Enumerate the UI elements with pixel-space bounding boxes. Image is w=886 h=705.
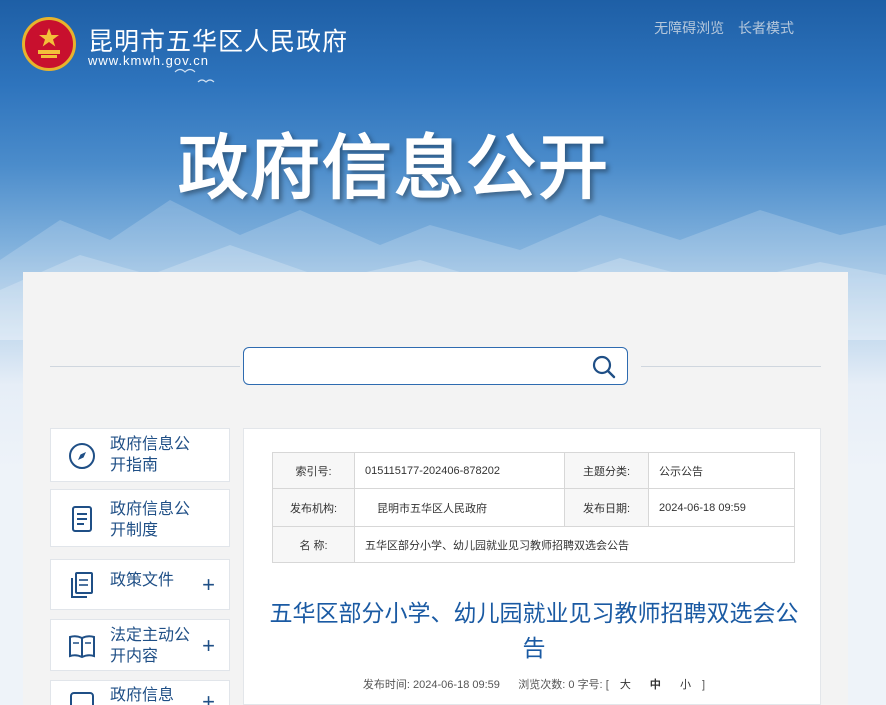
- sidebar-item-label: 政府信息: [110, 687, 175, 704]
- table-row: 名 称: 五华区部分小学、幼儿园就业见习教师招聘双选会公告: [272, 526, 795, 563]
- expand-plus-icon[interactable]: +: [202, 635, 215, 657]
- article-title: 五华区部分小学、幼儿园就业见习教师招聘双选会公告: [269, 601, 799, 662]
- bracket-close: ]: [702, 679, 706, 691]
- category-value: 公示公告: [648, 452, 795, 489]
- compass-icon: [69, 443, 95, 469]
- banner-title: 政府信息公开: [178, 127, 610, 209]
- file-copy-icon: [71, 572, 93, 598]
- birds-decoration: [174, 68, 215, 83]
- views-label: 浏览次数:: [518, 679, 566, 691]
- sidebar-item-government-info[interactable]: 政府信息 +: [50, 680, 230, 705]
- category-label: 主题分类:: [564, 452, 649, 489]
- font-small-button[interactable]: 小: [680, 679, 691, 691]
- font-size-label: 字号:: [577, 679, 603, 691]
- org-label: 发布机构:: [272, 488, 355, 527]
- article-info: 发布时间: 2024-06-18 09:59 浏览次数: 0 字号: [ 大 中…: [264, 676, 804, 692]
- date-label: 发布日期:: [564, 488, 649, 527]
- document-icon: [72, 506, 92, 532]
- table-row: 索引号: 015115177-202406-878202 主题分类: 公示公告: [272, 452, 795, 489]
- search-divider-left: [50, 366, 240, 367]
- sidebar-item-statutory-disclosure[interactable]: 法定主动公开内容 +: [50, 619, 230, 671]
- name-value: 五华区部分小学、幼儿园就业见习教师招聘双选会公告: [354, 526, 795, 563]
- sidebar-item-disclosure-guide[interactable]: 政府信息公开指南: [50, 428, 230, 482]
- elder-mode-link[interactable]: 长者模式: [738, 20, 794, 36]
- date-value: 2024-06-18 09:59: [648, 488, 795, 527]
- main-panel: 政府信息公开指南 政府信息公开制度 政策文件 + 法定主动公开内容 + 政府信息…: [23, 272, 848, 705]
- font-large-button[interactable]: 大: [620, 679, 631, 691]
- expand-plus-icon[interactable]: +: [202, 574, 215, 596]
- search-input[interactable]: [254, 354, 574, 378]
- expand-plus-icon[interactable]: +: [202, 691, 215, 705]
- font-medium-button[interactable]: 中: [650, 679, 661, 691]
- sidebar-item-label: 法定主动公开内容: [110, 627, 191, 665]
- sidebar-item-disclosure-system[interactable]: 政府信息公开制度: [50, 489, 230, 547]
- calendar-year-icon: [70, 692, 94, 705]
- sidebar-item-label: 政府信息公开制度: [110, 501, 191, 539]
- table-row: 发布机构: 昆明市五华区人民政府 发布日期: 2024-06-18 09:59: [272, 488, 795, 527]
- views-value: 0: [568, 679, 575, 691]
- org-value: 昆明市五华区人民政府: [354, 488, 565, 527]
- index-value: 015115177-202406-878202: [354, 452, 565, 489]
- publish-time-value: 2024-06-18 09:59: [413, 679, 500, 691]
- sidebar-item-label: 政府信息公开指南: [110, 436, 191, 474]
- top-links: 无障碍浏览 长者模式: [644, 18, 794, 38]
- search-box: [243, 347, 628, 385]
- metadata-table: 索引号: 015115177-202406-878202 主题分类: 公示公告 …: [272, 452, 795, 563]
- name-label: 名 称:: [272, 526, 355, 563]
- accessibility-link[interactable]: 无障碍浏览: [654, 20, 724, 36]
- sidebar-item-policy-documents[interactable]: 政策文件 +: [50, 559, 230, 610]
- book-icon: [69, 635, 95, 659]
- search-divider-right: [641, 366, 821, 367]
- government-emblem-icon: [22, 17, 76, 71]
- sidebar-item-label: 政策文件: [110, 572, 175, 589]
- bracket-open: [: [605, 679, 609, 691]
- index-label: 索引号:: [272, 452, 355, 489]
- publish-time-label: 发布时间:: [362, 679, 410, 691]
- content-card: 索引号: 015115177-202406-878202 主题分类: 公示公告 …: [243, 428, 821, 705]
- search-icon[interactable]: [591, 354, 617, 380]
